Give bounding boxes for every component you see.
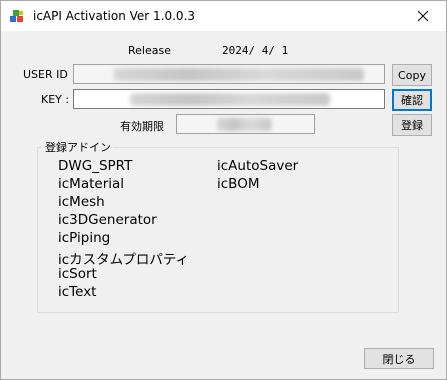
- title-bar[interactable]: icAPI Activation Ver 1.0.0.3: [1, 1, 446, 31]
- user-id-label: USER ID: [23, 68, 68, 81]
- close-window-button[interactable]: [400, 1, 446, 31]
- key-input[interactable]: [73, 89, 385, 109]
- copy-button[interactable]: Copy: [392, 64, 432, 86]
- release-label: Release: [128, 44, 171, 57]
- release-date: 2024/ 4/ 1: [222, 44, 289, 57]
- activation-window: icAPI Activation Ver 1.0.0.3 Release 202…: [0, 0, 447, 380]
- register-button[interactable]: 登録: [392, 114, 432, 136]
- addin-item: icBOM: [217, 176, 260, 192]
- addin-item: icPiping: [58, 230, 111, 246]
- key-label: KEY :: [41, 93, 70, 106]
- key-redacted-value: [130, 93, 330, 106]
- expiry-field: [176, 114, 315, 134]
- close-icon: [417, 10, 429, 22]
- addin-item: DWG_SPRT: [58, 158, 133, 174]
- user-id-redacted-value: [114, 68, 364, 81]
- addin-item: icMaterial: [58, 176, 125, 192]
- addin-item: icカスタムプロパティ: [58, 252, 190, 268]
- close-button[interactable]: 閉じる: [364, 348, 434, 369]
- expiry-redacted-value: [217, 118, 272, 131]
- addin-item: icText: [58, 284, 97, 300]
- window-title: icAPI Activation Ver 1.0.0.3: [33, 9, 196, 23]
- expiry-label: 有効期限: [120, 120, 164, 133]
- app-blocks-icon: [10, 10, 23, 22]
- confirm-button[interactable]: 確認: [392, 89, 432, 111]
- addin-item: icMesh: [58, 194, 105, 210]
- registered-addins-title: 登録アドイン: [43, 139, 113, 155]
- addin-item: icAutoSaver: [217, 158, 299, 174]
- user-id-field[interactable]: [73, 64, 385, 84]
- addin-item: icSort: [58, 266, 97, 282]
- addin-item: ic3DGenerator: [58, 212, 157, 228]
